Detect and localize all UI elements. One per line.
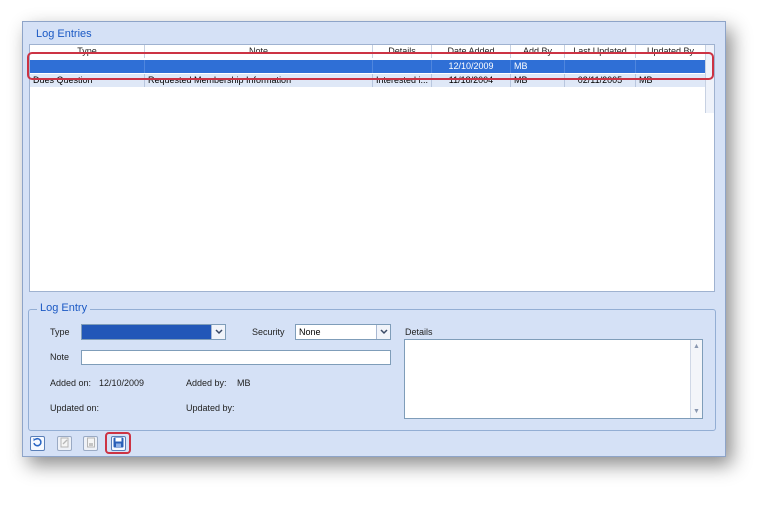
details-textarea[interactable]: ▲ ▼ [404, 339, 703, 419]
details-scrollbar[interactable]: ▲ ▼ [690, 340, 702, 418]
edit-icon [60, 437, 70, 451]
scroll-up-icon[interactable]: ▲ [692, 342, 701, 351]
delete-button[interactable] [83, 436, 98, 451]
security-select-value: None [299, 327, 321, 337]
chevron-down-icon[interactable] [211, 325, 225, 339]
note-field[interactable] [81, 350, 391, 365]
added-by-label: Added by: [186, 378, 227, 388]
log-entry-title: Log Entry [37, 302, 91, 314]
updated-by-label: Updated by: [186, 403, 235, 413]
refresh-icon [32, 437, 43, 451]
save-button-highlight [105, 432, 131, 454]
note-label: Note [50, 352, 70, 362]
scroll-down-icon[interactable]: ▼ [692, 407, 701, 416]
log-entries-title: Log Entries [36, 28, 92, 40]
selected-row-highlight [27, 52, 714, 80]
security-select[interactable]: None [295, 324, 391, 340]
log-entries-grid[interactable]: Type Note Details Date Added Add By Last… [29, 44, 715, 292]
type-label: Type [50, 327, 70, 337]
added-on-label: Added on: [50, 378, 92, 388]
chevron-down-icon[interactable] [376, 325, 390, 339]
refresh-button[interactable] [30, 436, 45, 451]
security-label: Security [252, 327, 285, 337]
details-label: Details [405, 327, 433, 337]
added-by-value: MB [237, 378, 251, 388]
added-on-value: 12/10/2009 [99, 378, 145, 388]
log-window: Log Entries Type Note Details Date Added… [22, 21, 726, 457]
edit-button[interactable] [57, 436, 72, 451]
delete-icon [86, 437, 96, 451]
updated-on-label: Updated on: [50, 403, 100, 413]
type-select[interactable] [81, 324, 226, 340]
log-entry-panel: Log Entry Type Security None Details ▲ ▼… [28, 302, 716, 431]
